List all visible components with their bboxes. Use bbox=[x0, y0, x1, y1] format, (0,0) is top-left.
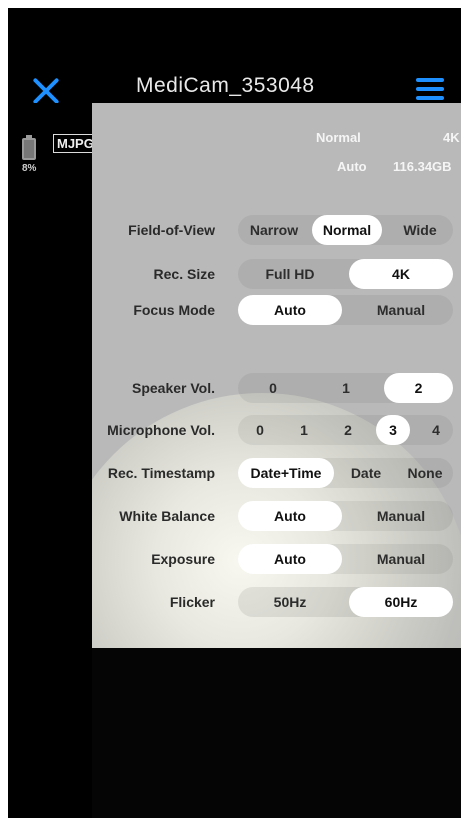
mic-vol-label: Microphone Vol. bbox=[107, 422, 215, 438]
hamburger-menu-icon[interactable] bbox=[416, 78, 448, 102]
mic-vol-option-0[interactable]: 0 bbox=[242, 415, 278, 445]
left-status-bar bbox=[8, 103, 92, 818]
rec-size-label: Rec. Size bbox=[153, 266, 215, 282]
fov-label: Field-of-View bbox=[128, 222, 215, 238]
speaker-vol-option-0[interactable]: 0 bbox=[238, 373, 308, 403]
flicker-option-60hz[interactable]: 60Hz bbox=[349, 587, 453, 617]
flicker-option-50hz[interactable]: 50Hz bbox=[238, 587, 342, 617]
status-resolution: 4K bbox=[443, 130, 460, 145]
focus-mode-label: Focus Mode bbox=[133, 302, 215, 318]
speaker-vol-option-1[interactable]: 1 bbox=[311, 373, 381, 403]
mic-vol-option-1[interactable]: 1 bbox=[286, 415, 322, 445]
fov-option-normal[interactable]: Normal bbox=[312, 215, 382, 245]
timestamp-segmented-control: Date+Time Date None bbox=[238, 458, 453, 488]
focus-option-manual[interactable]: Manual bbox=[349, 295, 453, 325]
mic-vol-segmented-control: 0 1 2 3 4 bbox=[238, 415, 453, 445]
exposure-segmented-control: Auto Manual bbox=[238, 544, 453, 574]
speaker-vol-option-2[interactable]: 2 bbox=[384, 373, 453, 403]
status-storage: 116.34GB bbox=[393, 159, 452, 174]
white-balance-option-auto[interactable]: Auto bbox=[238, 501, 342, 531]
focus-option-auto[interactable]: Auto bbox=[238, 295, 342, 325]
fov-option-narrow[interactable]: Narrow bbox=[238, 215, 310, 245]
exposure-label: Exposure bbox=[151, 551, 215, 567]
settings-panel: Normal 4K Auto 116.34GB Field-of-View Na… bbox=[92, 103, 461, 648]
rec-size-option-fullhd[interactable]: Full HD bbox=[238, 259, 342, 289]
speaker-vol-segmented-control: 0 1 2 bbox=[238, 373, 453, 403]
flicker-label: Flicker bbox=[169, 594, 215, 610]
timestamp-option-date[interactable]: Date bbox=[340, 458, 392, 488]
app-frame: MediCam_353048 8% MJPG Normal 4K Auto 11… bbox=[8, 8, 461, 818]
mic-vol-option-4[interactable]: 4 bbox=[418, 415, 454, 445]
battery-icon bbox=[22, 135, 36, 160]
white-balance-label: White Balance bbox=[119, 508, 215, 524]
speaker-vol-label: Speaker Vol. bbox=[131, 380, 215, 396]
status-mode: Normal bbox=[316, 130, 361, 145]
close-icon[interactable] bbox=[30, 74, 62, 106]
battery-percentage: 8% bbox=[22, 163, 37, 174]
focus-mode-segmented-control: Auto Manual bbox=[238, 295, 453, 325]
white-balance-segmented-control: Auto Manual bbox=[238, 501, 453, 531]
exposure-option-auto[interactable]: Auto bbox=[238, 544, 342, 574]
exposure-option-manual[interactable]: Manual bbox=[349, 544, 453, 574]
page-title: MediCam_353048 bbox=[136, 74, 315, 97]
timestamp-option-datetime[interactable]: Date+Time bbox=[238, 458, 334, 488]
status-focus: Auto bbox=[337, 159, 367, 174]
timestamp-label: Rec. Timestamp bbox=[107, 465, 215, 481]
fov-segmented-control: Narrow Normal Wide bbox=[238, 215, 453, 245]
mic-vol-option-3[interactable]: 3 bbox=[376, 415, 410, 445]
timestamp-option-none[interactable]: None bbox=[398, 458, 452, 488]
white-balance-option-manual[interactable]: Manual bbox=[349, 501, 453, 531]
flicker-segmented-control: 50Hz 60Hz bbox=[238, 587, 453, 617]
app-header: MediCam_353048 bbox=[8, 8, 461, 103]
fov-option-wide[interactable]: Wide bbox=[388, 215, 452, 245]
rec-size-option-4k[interactable]: 4K bbox=[349, 259, 453, 289]
rec-size-segmented-control: Full HD 4K bbox=[238, 259, 453, 289]
camera-preview-area bbox=[92, 648, 461, 818]
mic-vol-option-2[interactable]: 2 bbox=[330, 415, 366, 445]
